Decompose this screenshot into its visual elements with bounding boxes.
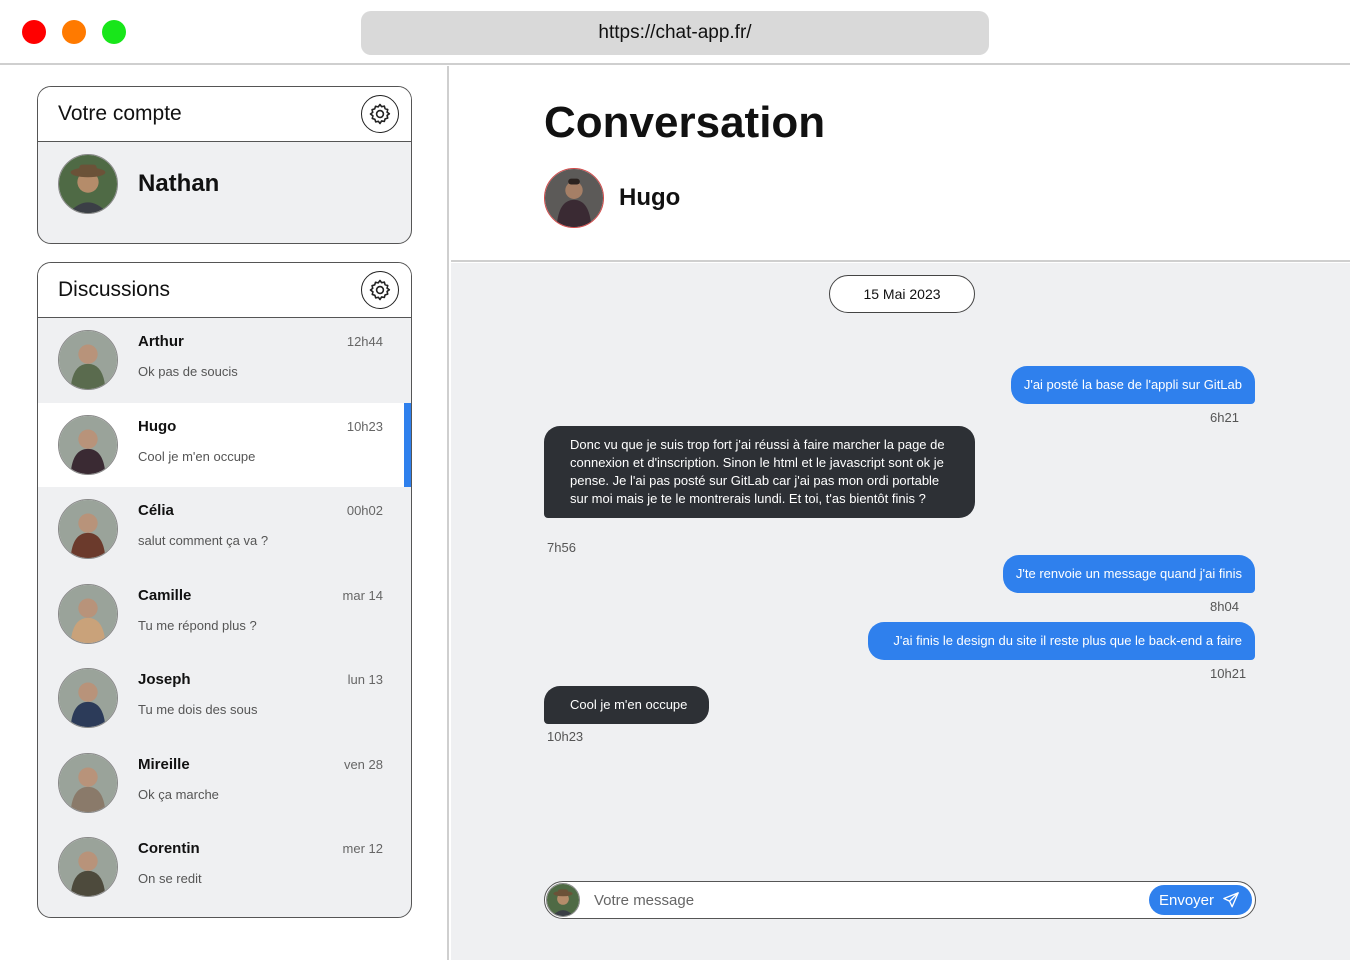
user-avatar-image (547, 884, 579, 916)
avatar-image (59, 331, 117, 389)
conversation-time: 00h02 (346, 503, 383, 518)
paper-plane-icon (1223, 892, 1239, 908)
conversation-header: Conversation Hugo (451, 66, 1350, 262)
conversation-item-arthur[interactable]: Arthur Ok pas de soucis 12h44 (38, 318, 411, 403)
discussions-panel-header: Discussions (38, 263, 411, 318)
avatar (58, 837, 118, 897)
account-settings-button[interactable] (361, 95, 399, 133)
send-button[interactable]: Envoyer (1148, 885, 1252, 915)
url-bar[interactable]: https://chat-app.fr/ (361, 11, 989, 55)
contact-info: Hugo (544, 168, 680, 228)
conversation-preview: salut comment ça va ? (138, 533, 269, 548)
message-text: J'ai posté la base de l'appli sur GitLab (1023, 377, 1242, 392)
account-panel: Votre compte Nathan (37, 86, 412, 244)
date-separator-label: 15 Mai 2023 (863, 286, 941, 302)
contact-name: Hugo (619, 184, 681, 211)
avatar-image (59, 838, 117, 896)
conversation-time: lun 13 (347, 672, 383, 687)
avatar (58, 752, 118, 813)
avatar (58, 499, 118, 559)
conversation-preview: Tu me répond plus ? (138, 617, 257, 633)
conversation-time: mar 14 (342, 587, 383, 603)
discussions-panel-title: Discussions (58, 278, 171, 301)
message-time: 10h23 (547, 729, 584, 744)
message-time: 7h56 (547, 540, 576, 555)
conversation-item-mireille[interactable]: Mireille Ok ça marche ven 28 (38, 741, 411, 826)
conversation-item-joseph[interactable]: Joseph Tu me dois des sous lun 13 (38, 656, 411, 741)
account-info: Nathan (38, 142, 411, 214)
message-time: 10h21 (1210, 666, 1247, 681)
discussions-panel: Discussions Arthur Ok pas de soucis 12h44 H… (37, 262, 412, 918)
avatar-image (59, 753, 117, 812)
account-panel-header: Votre compte (38, 87, 411, 142)
message-composer: Envoyer (544, 881, 1256, 919)
avatar (58, 668, 118, 728)
avatar-image (59, 500, 117, 558)
message-bubble-outgoing[interactable]: J'te renvoie un message quand j'ai finis (1002, 555, 1255, 593)
message-time: 6h21 (1210, 410, 1239, 425)
browser-chrome: https://chat-app.fr/ (0, 0, 1350, 65)
conversation-time: 12h44 (346, 334, 383, 349)
page-title: Conversation (544, 98, 826, 147)
conversation-list: Arthur Ok pas de soucis 12h44 Hugo Cool je m… (38, 318, 411, 910)
user-avatar-image (59, 155, 117, 213)
close-window-button[interactable] (22, 20, 46, 44)
conversation-item-celia[interactable]: Célia salut comment ça va ? 00h02 (38, 487, 411, 572)
gear-icon (369, 103, 391, 125)
message-bubble-incoming[interactable]: Donc vu que je suis trop fort j'ai réuss… (544, 426, 975, 518)
conversation-preview: Ok pas de soucis (138, 364, 238, 379)
chat-area: 15 Mai 2023 J'ai posté la base de l'appl… (451, 263, 1350, 960)
date-separator: 15 Mai 2023 (829, 275, 975, 313)
conversation-item-hugo[interactable]: Hugo Cool je m'en occupe 10h23 (38, 402, 411, 487)
minimize-window-button[interactable] (62, 20, 86, 44)
avatar-image (59, 584, 117, 643)
conversation-item-camille[interactable]: Camille Tu me répond plus ? mar 14 (38, 572, 411, 657)
maximize-window-button[interactable] (102, 20, 126, 44)
message-text: J'te renvoie un message quand j'ai finis (1015, 566, 1242, 581)
conversation-preview: On se redit (138, 871, 202, 886)
send-button-label: Envoyer (1158, 891, 1214, 909)
message-text: J'ai finis le design du site il reste pl… (893, 633, 1242, 648)
account-name: Nathan (138, 170, 220, 197)
message-bubble-outgoing[interactable]: J'ai posté la base de l'appli sur GitLab (1010, 366, 1255, 404)
url-text: https://chat-app.fr/ (598, 22, 752, 43)
avatar-image (59, 669, 117, 727)
avatar (58, 583, 118, 644)
avatar (58, 330, 118, 390)
contact-avatar[interactable] (544, 168, 604, 228)
message-text: Donc vu que je suis trop fort j'ai réuss… (570, 437, 945, 506)
gear-icon (369, 279, 391, 301)
message-time: 8h04 (1210, 599, 1239, 614)
composer-avatar (546, 883, 580, 917)
sidebar: Votre compte Nathan Discussions Arthur O… (0, 66, 449, 960)
contact-avatar-image (545, 169, 603, 227)
avatar (58, 414, 118, 475)
message-text: Cool je m'en occupe (570, 697, 688, 712)
message-bubble-incoming[interactable]: Cool je m'en occupe (544, 686, 710, 724)
conversation-preview: Cool je m'en occupe (138, 448, 256, 464)
message-bubble-outgoing[interactable]: J'ai finis le design du site il reste pl… (868, 622, 1255, 660)
conversation-preview: Ok ça marche (138, 786, 219, 802)
conversation-time: mer 12 (342, 841, 383, 856)
conversation-preview: Tu me dois des sous (138, 702, 258, 717)
account-panel-title: Votre compte (58, 102, 182, 125)
avatar-image (59, 415, 117, 474)
discussions-settings-button[interactable] (361, 271, 399, 309)
account-avatar[interactable] (58, 154, 118, 214)
conversation-item-corentin[interactable]: Corentin On se redit mer 12 (38, 825, 411, 910)
message-input[interactable] (594, 891, 1149, 909)
conversation-time: ven 28 (343, 756, 383, 772)
conversation-time: 10h23 (346, 418, 383, 434)
